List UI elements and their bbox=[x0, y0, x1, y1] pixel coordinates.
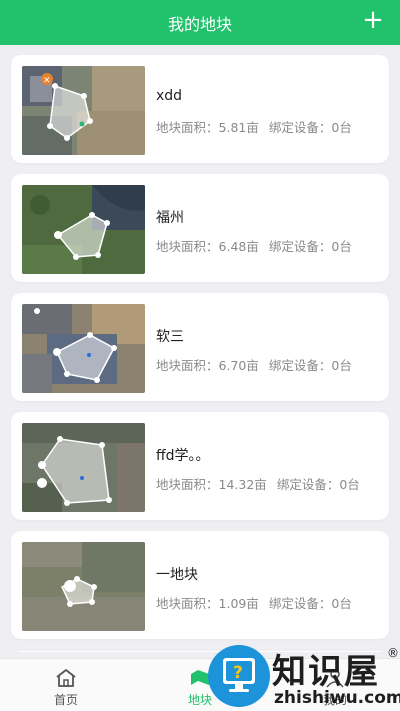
field-map-thumbnail bbox=[22, 542, 145, 631]
field-card[interactable]: ✕ xdd 地块面积：5.81亩 绑定设备：0台 bbox=[11, 55, 389, 163]
field-meta: 地块面积：5.81亩 绑定设备：0台 bbox=[156, 118, 381, 137]
svg-text:?: ? bbox=[233, 663, 243, 683]
field-name: 软三 bbox=[156, 329, 184, 345]
area-text: 地块面积：6.48亩 bbox=[156, 239, 259, 254]
field-card[interactable]: ffd学。。 地块面积：14.32亩 绑定设备：0台 bbox=[11, 412, 389, 520]
field-name: ffd学。。 bbox=[156, 448, 210, 464]
field-name: 福州 bbox=[156, 210, 184, 226]
device-text: 绑定设备：0台 bbox=[268, 120, 352, 135]
field-list[interactable]: ✕ xdd 地块面积：5.81亩 绑定设备：0台 福州 地块面积：6.48亩 绑… bbox=[0, 45, 400, 652]
home-icon bbox=[56, 669, 76, 687]
field-map-thumbnail bbox=[22, 304, 145, 393]
device-text: 绑定设备：0台 bbox=[268, 596, 352, 611]
device-text: 绑定设备：0台 bbox=[276, 477, 360, 492]
app-header: 我的地块 + bbox=[0, 0, 400, 45]
svg-text:✕: ✕ bbox=[43, 76, 51, 86]
watermark-domain: zhishiwu.com bbox=[274, 688, 400, 708]
field-map-thumbnail bbox=[22, 185, 145, 274]
field-meta: 地块面积：1.09亩 绑定设备：0台 bbox=[156, 594, 381, 613]
area-text: 地块面积：6.70亩 bbox=[156, 358, 259, 373]
field-name: 一地块 bbox=[156, 567, 198, 583]
page-title: 我的地块 bbox=[167, 14, 232, 34]
field-card[interactable]: 一地块 地块面积：1.09亩 绑定设备：0台 bbox=[11, 531, 389, 639]
watermark-logo: ? 知识屋 ® zhishiwu.com bbox=[204, 642, 400, 711]
field-card[interactable]: 福州 地块面积：6.48亩 绑定设备：0台 bbox=[11, 174, 389, 282]
field-name: xdd bbox=[156, 88, 183, 104]
registered-mark: ® bbox=[387, 646, 399, 660]
device-text: 绑定设备：0台 bbox=[268, 239, 352, 254]
area-text: 地块面积：5.81亩 bbox=[156, 120, 259, 135]
tab-home[interactable]: 首页 bbox=[11, 659, 121, 711]
field-meta: 地块面积：6.70亩 绑定设备：0台 bbox=[156, 356, 381, 375]
field-meta: 地块面积：14.32亩 绑定设备：0台 bbox=[156, 475, 381, 494]
area-text: 地块面积：1.09亩 bbox=[156, 596, 259, 611]
field-map-thumbnail: ✕ bbox=[22, 66, 145, 155]
help-monitor-icon: ? bbox=[208, 645, 270, 707]
plus-icon[interactable]: + bbox=[360, 7, 386, 34]
field-meta: 地块面积：6.48亩 绑定设备：0台 bbox=[156, 237, 381, 256]
watermark-text: 知识屋 bbox=[272, 652, 380, 692]
field-card[interactable]: 软三 地块面积：6.70亩 绑定设备：0台 bbox=[11, 293, 389, 401]
device-text: 绑定设备：0台 bbox=[268, 358, 352, 373]
field-map-thumbnail bbox=[22, 423, 145, 512]
area-text: 地块面积：14.32亩 bbox=[156, 477, 267, 492]
tab-home-label: 首页 bbox=[53, 693, 78, 707]
